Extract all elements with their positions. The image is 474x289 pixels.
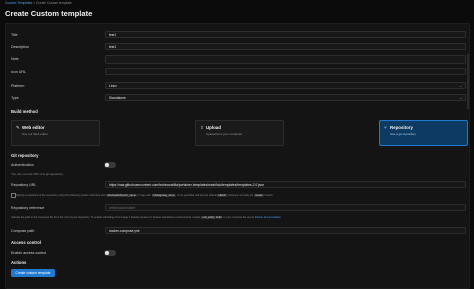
type-select-value: Standalone [109, 96, 126, 101]
note-label: Note [11, 57, 19, 61]
scrollbar[interactable] [467, 54, 469, 109]
hint-text: . If not specified, will use the default [175, 194, 217, 197]
git-icon: ⑂ [384, 125, 387, 130]
hint-text: Indicate the path to the Compose file fr… [11, 216, 201, 219]
compose-path-label: Compose path [11, 229, 35, 233]
build-method-repository[interactable]: ⑂ Repository Use a git repository [379, 120, 468, 146]
docker-documentation-link[interactable]: Docker documentation [255, 216, 281, 219]
repository-reference-placeholder: refs/heads/master [109, 206, 136, 211]
repository-reference-label: Repository reference [11, 206, 45, 210]
description-input[interactable]: test1 [105, 43, 466, 50]
upload-icon: ⇪ [200, 125, 204, 130]
build-method-web-editor[interactable]: ✎ Web editor Use our Web editor [11, 120, 100, 146]
platform-select-value: Linux [109, 84, 117, 89]
hint-code: refs/tags/tag_name [151, 194, 176, 197]
type-select[interactable]: Standalone ⌄ [105, 94, 466, 101]
type-label: Type [11, 96, 19, 100]
repository-url-value: https://raw.githubusercontent.com/techno… [109, 183, 265, 188]
platform-label: Platform [11, 84, 25, 88]
compose-path-input[interactable]: docker-compose.yml [105, 227, 466, 234]
git-repository-heading: Git repository [11, 153, 39, 158]
title-input[interactable]: test1 [105, 31, 466, 38]
page-title: Create Custom template [5, 9, 93, 18]
auth-hint: You can use the URL of a git repository. [11, 172, 64, 176]
hint-code: HEAD [217, 194, 227, 197]
repository-url-label: Repository URL [11, 183, 37, 187]
card-subtitle: Upload from your computer [206, 132, 243, 136]
build-method-heading: Build method [11, 109, 38, 114]
hint-text: Specify a reference of the repository us… [16, 194, 106, 197]
platform-select[interactable]: Linux ⌄ [105, 82, 466, 89]
hint-text: in your compose file as per [223, 216, 255, 219]
card-title: Web editor [22, 125, 45, 130]
breadcrumb-link-custom-templates[interactable]: Custom Templates [5, 1, 32, 5]
icon-url-input[interactable] [105, 68, 466, 75]
chevron-down-icon: ⌄ [459, 95, 462, 100]
hint-text: reference normally the [227, 194, 254, 197]
hint-text: branch. [264, 194, 274, 197]
card-title: Repository [390, 125, 413, 130]
card-subtitle: Use a git repository [390, 132, 416, 136]
enable-access-control-label: Enable access control [11, 251, 47, 255]
description-input-value: test1 [109, 45, 117, 50]
title-input-value: test1 [109, 33, 117, 38]
build-method-upload[interactable]: ⇪ Upload Upload from your computer [195, 120, 284, 146]
access-control-toggle[interactable] [104, 250, 116, 256]
compose-hint: Indicate the path to the Compose file fr… [11, 216, 281, 219]
authentication-label: Authentication [11, 163, 34, 167]
icon-url-label: Icon URL [11, 70, 26, 74]
repository-reference-input[interactable]: refs/heads/master [105, 204, 466, 211]
actions-heading: Actions [11, 260, 27, 265]
hint-code: pull_policy: build [201, 216, 223, 219]
reference-hint: Specify a reference of the repository us… [16, 194, 273, 197]
breadcrumb-current: Create Custom template [36, 1, 72, 5]
toggle-knob [105, 163, 109, 167]
repository-url-input[interactable]: https://raw.githubusercontent.com/techno… [105, 181, 466, 188]
chevron-down-icon: ⌄ [459, 83, 462, 88]
title-label: Title [11, 33, 18, 37]
toggle-knob [105, 251, 109, 255]
card-subtitle: Use our Web editor [22, 132, 48, 136]
hint-code: master [253, 194, 264, 197]
note-input[interactable] [105, 55, 466, 64]
authentication-toggle[interactable] [104, 162, 116, 168]
edit-icon: ✎ [16, 125, 20, 130]
description-label: Description [11, 45, 29, 49]
card-title: Upload [206, 125, 221, 130]
hint-text: or tags with [137, 194, 151, 197]
create-custom-template-button[interactable]: Create custom template [11, 269, 55, 277]
compose-path-value: docker-compose.yml [109, 229, 140, 234]
access-control-heading: Access control [11, 240, 42, 245]
hint-code: refs/heads/branch_name [106, 194, 137, 197]
breadcrumb: Custom Templates > Create Custom templat… [5, 1, 72, 5]
